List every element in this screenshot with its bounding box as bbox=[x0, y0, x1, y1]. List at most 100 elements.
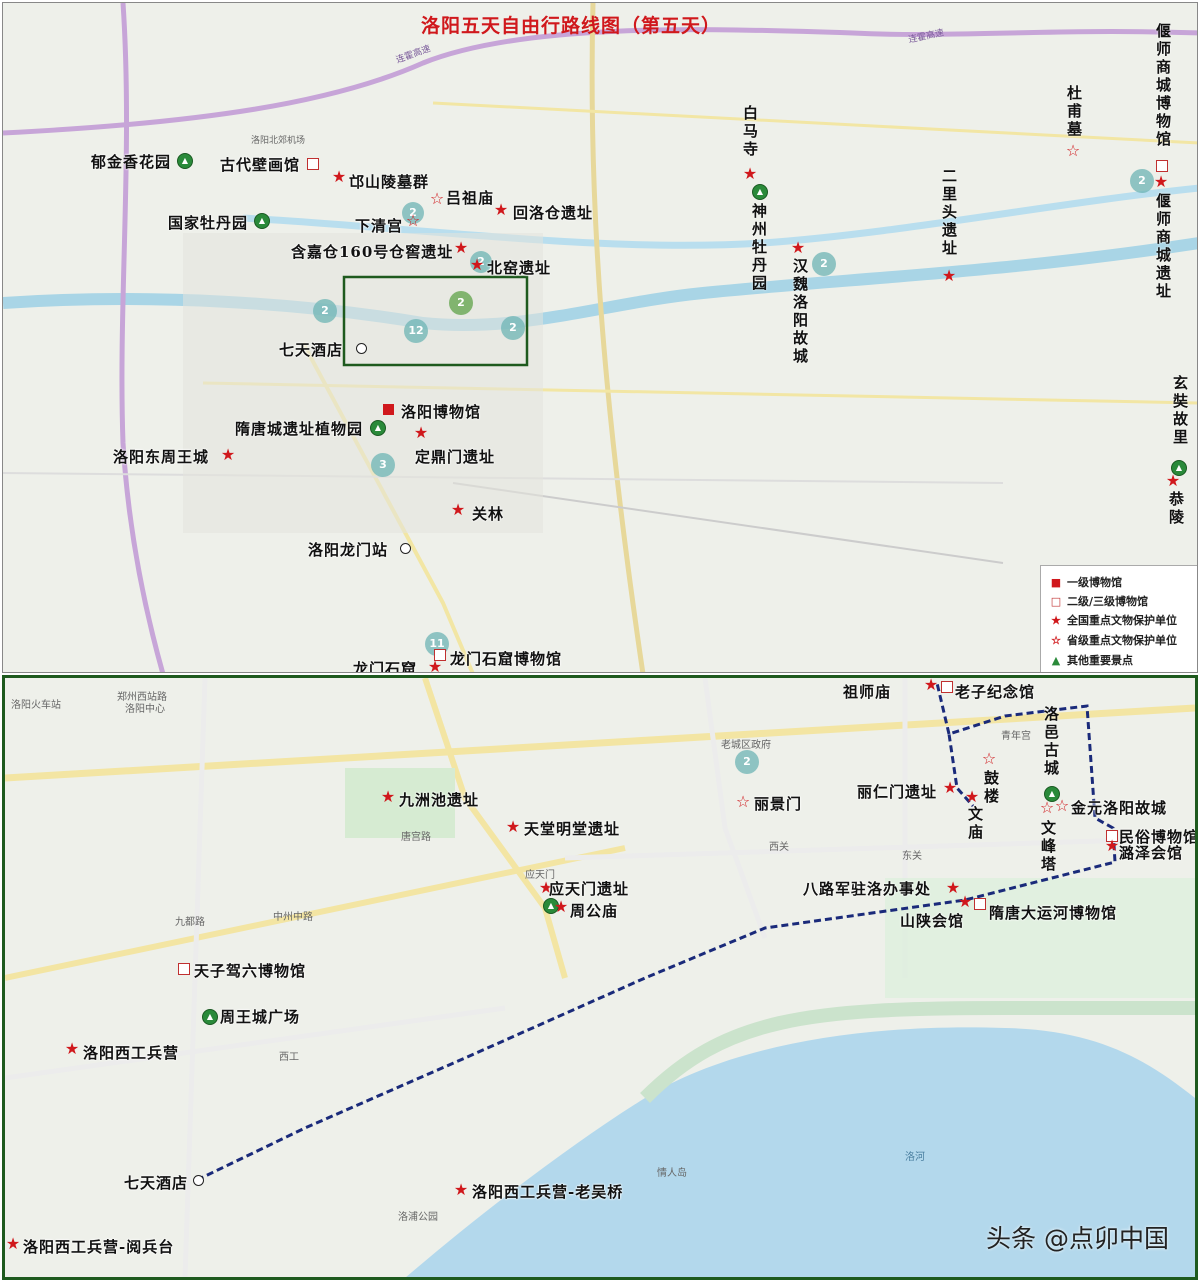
poi-label[interactable]: 洛阳西工兵营 bbox=[83, 1042, 179, 1063]
poi-label[interactable]: 祖师庙 bbox=[843, 681, 891, 702]
street-label: 唐宫路 bbox=[401, 832, 431, 843]
hollow-star-icon: ☆ bbox=[981, 749, 997, 768]
poi-label[interactable]: 郁金香花园 bbox=[91, 151, 171, 172]
poi-label[interactable]: 隋唐大运河博物馆 bbox=[989, 902, 1117, 923]
poi-label[interactable]: 洛阳东周王城 bbox=[113, 446, 209, 467]
poi-label[interactable]: 回洛仓遗址 bbox=[513, 202, 593, 223]
filled-star-icon: ★ bbox=[469, 255, 485, 274]
poi-label[interactable]: 山陕会馆 bbox=[900, 910, 964, 931]
filled-star-icon: ★ bbox=[5, 1234, 21, 1253]
hollow-square-icon bbox=[178, 963, 190, 975]
street-label: 中州中路 bbox=[273, 912, 313, 923]
green-triangle-icon: ▲ bbox=[177, 153, 193, 169]
poi-label[interactable]: 白马寺 bbox=[740, 105, 761, 159]
filled-star-icon: ★ bbox=[453, 238, 469, 257]
poi-label[interactable]: 下清宫 bbox=[355, 215, 403, 236]
poi-label[interactable]: 汉魏洛阳故城 bbox=[790, 258, 811, 366]
poi-label[interactable]: 应天门遗址 bbox=[549, 878, 629, 899]
street-label: 老城区政府 bbox=[721, 740, 771, 751]
hollow-star-icon: ☆ bbox=[1054, 796, 1070, 815]
green-triangle-icon: ▲ bbox=[1051, 654, 1061, 667]
poi-label[interactable]: 偃师商城遗址 bbox=[1153, 193, 1174, 301]
filled-square-icon bbox=[383, 404, 394, 415]
hollow-star-icon: ☆ bbox=[1051, 634, 1061, 647]
filled-star-icon: ★ bbox=[923, 675, 939, 694]
green-triangle-icon: ▲ bbox=[254, 213, 270, 229]
poi-label[interactable]: 周公庙 bbox=[570, 900, 618, 921]
filled-star-icon: ★ bbox=[220, 445, 236, 464]
poi-label[interactable]: 潞泽会馆 bbox=[1119, 842, 1183, 863]
poi-label[interactable]: 龙门石窟博物馆 bbox=[450, 648, 562, 669]
street-label: 情人岛 bbox=[657, 1168, 687, 1179]
legend-label: 全国重点文物保护单位 bbox=[1067, 614, 1177, 627]
filled-star-icon: ★ bbox=[331, 167, 347, 186]
poi-label[interactable]: 天子驾六博物馆 bbox=[194, 960, 306, 981]
poi-label[interactable]: 丽景门 bbox=[754, 793, 802, 814]
filled-star-icon: ★ bbox=[493, 200, 509, 219]
poi-label[interactable]: 洛邑古城 bbox=[1041, 706, 1062, 778]
poi-label[interactable]: 含嘉仓160号仓窖遗址 bbox=[291, 241, 453, 262]
poi-label[interactable]: 国家牡丹园 bbox=[168, 212, 248, 233]
poi-label[interactable]: 吕祖庙 bbox=[446, 187, 494, 208]
filled-star-icon: ★ bbox=[941, 266, 957, 285]
poi-cluster[interactable]: 2 bbox=[313, 299, 337, 323]
filled-star-icon: ★ bbox=[1165, 471, 1181, 490]
poi-cluster[interactable]: 2 bbox=[812, 252, 836, 276]
poi-label[interactable]: 邙山陵墓群 bbox=[349, 171, 429, 192]
poi-label[interactable]: 定鼎门遗址 bbox=[415, 446, 495, 467]
poi-label[interactable]: 洛阳龙门站 bbox=[308, 539, 388, 560]
poi-cluster[interactable]: 2 bbox=[1130, 169, 1154, 193]
poi-label[interactable]: 老子纪念馆 bbox=[955, 681, 1035, 702]
filled-star-icon: ★ bbox=[64, 1039, 80, 1058]
filled-star-icon: ★ bbox=[1051, 614, 1061, 627]
poi-label[interactable]: 天堂明堂遗址 bbox=[524, 818, 620, 839]
poi-label[interactable]: 北窑遗址 bbox=[487, 257, 551, 278]
poi-label[interactable]: 洛阳西工兵营-阅兵台 bbox=[23, 1236, 174, 1257]
poi-label[interactable]: 七天酒店 bbox=[279, 339, 343, 360]
street-label: 青年宫 bbox=[1001, 731, 1031, 742]
filled-square-icon: ■ bbox=[1050, 576, 1062, 589]
poi-label[interactable]: 恭陵 bbox=[1166, 491, 1187, 527]
legend-label: 省级重点文物保护单位 bbox=[1067, 634, 1177, 647]
legend-label: 一级博物馆 bbox=[1067, 576, 1122, 589]
hollow-star-icon: ☆ bbox=[405, 211, 421, 230]
poi-label[interactable]: 七天酒店 bbox=[124, 1172, 188, 1193]
filled-star-icon: ★ bbox=[427, 657, 443, 673]
poi-label[interactable]: 鼓楼 bbox=[981, 770, 1002, 806]
poi-label[interactable]: 杜甫墓 bbox=[1064, 85, 1085, 139]
poi-label[interactable]: 龙门石窟 bbox=[353, 658, 417, 672]
overview-map-panel[interactable]: 洛阳五天自由行路线图（第五天） 连霍高速 连霍高速 洛阳北郊机场 2 2 2 2… bbox=[2, 2, 1198, 673]
poi-cluster[interactable]: 2 bbox=[449, 291, 473, 315]
poi-label[interactable]: 洛阳博物馆 bbox=[401, 401, 481, 422]
poi-label[interactable]: 关林 bbox=[472, 503, 504, 524]
overview-map-base bbox=[3, 3, 1197, 672]
poi-label[interactable]: 洛阳西工兵营-老吴桥 bbox=[472, 1181, 623, 1202]
poi-label[interactable]: 二里头遗址 bbox=[939, 168, 960, 258]
green-triangle-icon: ▲ bbox=[370, 420, 386, 436]
poi-label[interactable]: 偃师商城博物馆 bbox=[1153, 23, 1174, 149]
poi-cluster[interactable]: 2 bbox=[735, 750, 759, 774]
green-triangle-icon: ▲ bbox=[202, 1009, 218, 1025]
detail-map-panel[interactable]: 洛阳火车站 郑州西站路 洛阳中心 唐宫路 中州中路 九都路 西工 老城区政府 青… bbox=[2, 675, 1198, 1280]
street-label: 洛浦公园 bbox=[398, 1212, 438, 1223]
poi-label[interactable]: 文庙 bbox=[965, 806, 986, 842]
poi-label[interactable]: 周王城广场 bbox=[220, 1006, 300, 1027]
poi-label[interactable]: 古代壁画馆 bbox=[220, 154, 300, 175]
poi-label[interactable]: 文峰塔 bbox=[1038, 820, 1059, 874]
street-label: 九都路 bbox=[175, 917, 205, 928]
poi-cluster[interactable]: 3 bbox=[371, 453, 395, 477]
poi-label[interactable]: 八路军驻洛办事处 bbox=[803, 878, 931, 899]
poi-label[interactable]: 九洲池遗址 bbox=[399, 789, 479, 810]
poi-label[interactable]: 玄奘故里 bbox=[1170, 375, 1191, 447]
poi-label[interactable]: 神州牡丹园 bbox=[749, 203, 770, 293]
hollow-square-icon: □ bbox=[1050, 595, 1062, 608]
poi-cluster[interactable]: 12 bbox=[404, 319, 428, 343]
poi-cluster[interactable]: 2 bbox=[501, 316, 525, 340]
poi-label[interactable]: 隋唐城遗址植物园 bbox=[235, 418, 363, 439]
poi-label[interactable]: 丽仁门遗址 bbox=[857, 781, 937, 802]
hollow-star-icon: ☆ bbox=[1065, 141, 1081, 160]
hollow-square-icon bbox=[974, 898, 986, 910]
filled-star-icon: ★ bbox=[957, 892, 973, 911]
poi-label[interactable]: 金元洛阳故城 bbox=[1071, 797, 1167, 818]
legend-label: 二级/三级博物馆 bbox=[1067, 595, 1149, 608]
